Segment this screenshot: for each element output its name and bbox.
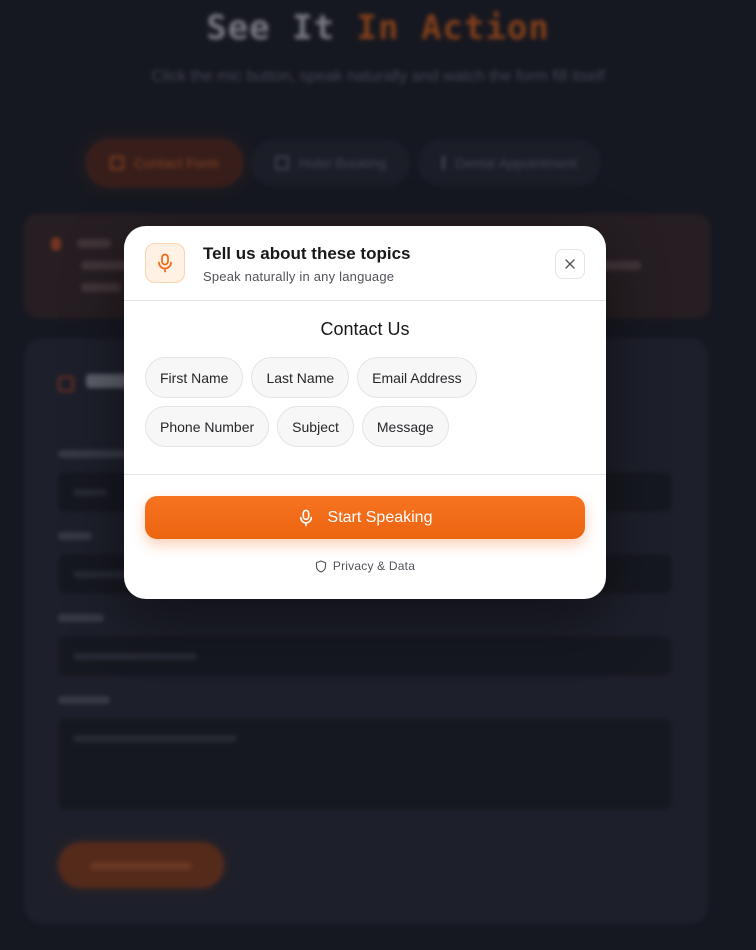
topic-chip: Subject bbox=[277, 406, 354, 447]
modal-subtitle: Speak naturally in any language bbox=[203, 269, 395, 284]
section-title: Contact Us bbox=[320, 319, 410, 339]
voice-topics-modal: Tell us about these topics Speak natural… bbox=[124, 226, 606, 599]
shield-icon bbox=[315, 559, 326, 573]
start-speaking-label: Start Speaking bbox=[327, 508, 433, 526]
modal-body: Contact Us First Name Last Name Email Ad… bbox=[124, 301, 606, 475]
topic-chip: First Name bbox=[145, 357, 244, 398]
topic-chips: First Name Last Name Email Address Phone… bbox=[145, 357, 585, 447]
microphone-icon bbox=[299, 509, 312, 526]
topic-chip: Phone Number bbox=[145, 406, 270, 447]
microphone-icon bbox=[145, 243, 185, 283]
privacy-link[interactable]: Privacy & Data bbox=[124, 559, 606, 573]
privacy-label: Privacy & Data bbox=[332, 559, 416, 573]
close-button[interactable] bbox=[555, 249, 585, 279]
topic-chip: Email Address bbox=[357, 357, 477, 398]
close-icon bbox=[565, 259, 575, 269]
start-speaking-button[interactable]: Start Speaking bbox=[145, 496, 585, 539]
modal-header: Tell us about these topics Speak natural… bbox=[124, 226, 606, 301]
modal-footer: Start Speaking Privacy & Data bbox=[124, 475, 606, 599]
modal-title: Tell us about these topics bbox=[203, 244, 411, 263]
topic-chip: Last Name bbox=[251, 357, 350, 398]
topic-chip: Message bbox=[361, 406, 449, 447]
